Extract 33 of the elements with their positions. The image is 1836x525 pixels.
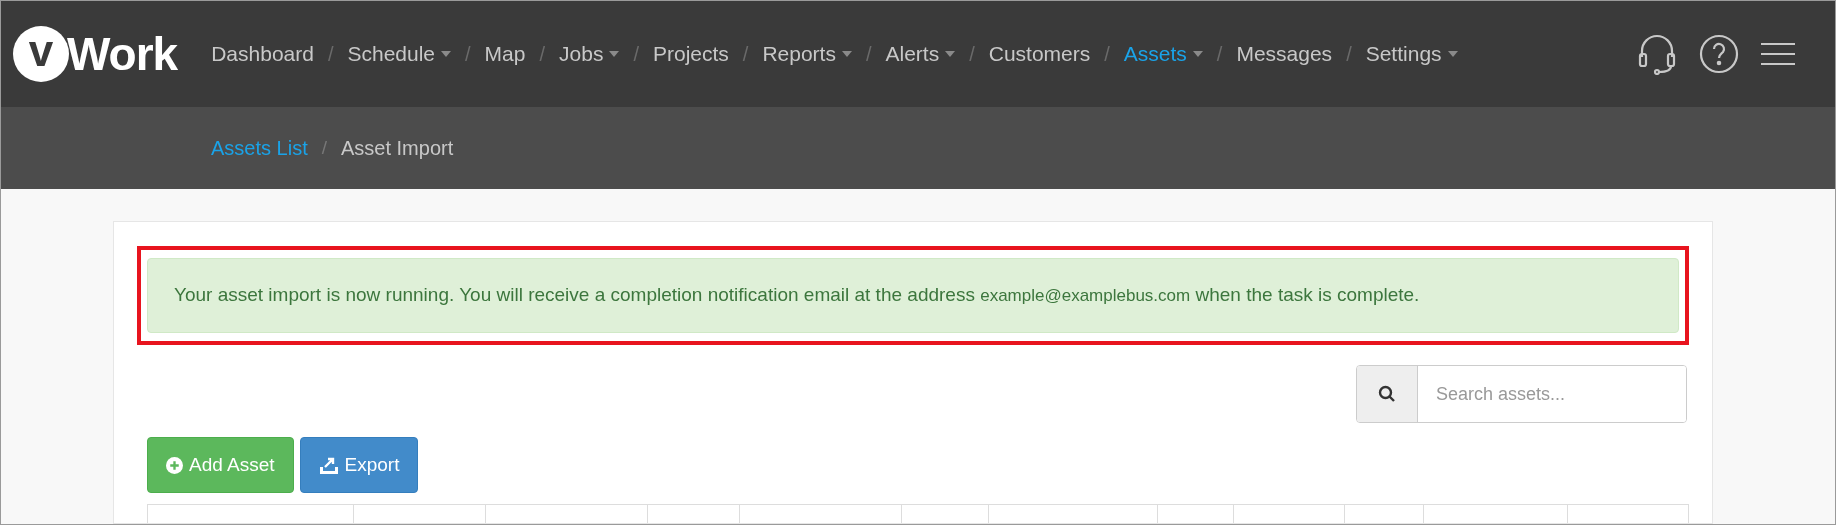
nav-link[interactable]: Messages	[1236, 42, 1333, 66]
nav-link[interactable]: Assets	[1123, 42, 1203, 66]
nav-link[interactable]: Customers	[988, 42, 1091, 66]
nav-separator: /	[742, 42, 749, 66]
nav-separator: /	[1346, 42, 1352, 66]
nav-link[interactable]: Settings	[1365, 42, 1458, 66]
nav-link[interactable]: Reports	[762, 42, 852, 66]
nav-separator: /	[1216, 42, 1223, 66]
search-field[interactable]: Search assets...	[1356, 365, 1687, 423]
nav-separator: /	[865, 42, 872, 66]
nav-link[interactable]: Map	[484, 42, 526, 66]
help-icon[interactable]	[1699, 34, 1739, 74]
nav-link[interactable]: Dashboard	[211, 42, 314, 66]
nav-separator: /	[633, 42, 639, 66]
nav-link[interactable]: Jobs	[559, 42, 620, 66]
breadcrumb-separator: /	[321, 137, 327, 159]
alert-message: Your asset import is now running. You will receive a completion notification email at the address example@examplebus.com when the task is complete.	[174, 284, 1420, 305]
plus-circle-icon	[166, 456, 183, 474]
nav-separator: /	[969, 42, 975, 66]
nav-separator: /	[1104, 42, 1110, 66]
headset-icon[interactable]	[1637, 33, 1677, 75]
breadcrumb-current[interactable]: Asset Import	[341, 136, 454, 160]
menu-icon[interactable]	[1761, 42, 1795, 66]
logo[interactable]: v Work	[13, 26, 178, 82]
nav-link[interactable]: Schedule	[347, 42, 452, 66]
search-icon	[1378, 385, 1396, 403]
nav-separator: /	[327, 42, 334, 66]
export-icon	[318, 456, 339, 474]
export-button[interactable]: Export	[299, 437, 419, 493]
nav-link[interactable]: Alerts	[885, 42, 956, 66]
nav-separator: /	[465, 42, 471, 66]
nav-separator: /	[539, 42, 546, 66]
nav-link[interactable]: Projects	[652, 42, 729, 66]
